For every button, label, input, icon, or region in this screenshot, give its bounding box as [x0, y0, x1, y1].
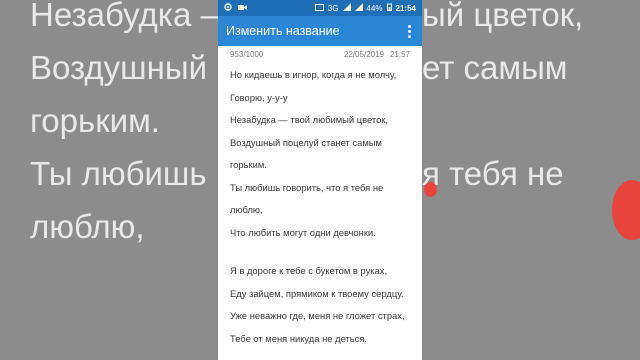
text-line: Что любить могут одни девчонки. — [230, 226, 376, 238]
note-date: 22/05/2019 — [343, 50, 384, 59]
character-count: 953/1000 — [230, 50, 264, 59]
text-line: Еду зайцем, прямиком к твоему сердцу. — [230, 287, 404, 299]
network-type: 3G — [327, 3, 339, 13]
background-line: Ты любишь г — [30, 155, 220, 192]
text-line: горьким. — [230, 159, 267, 170]
note-text-area[interactable]: Но кидаешь в игнор, когда я не молчу, Го… — [218, 59, 422, 355]
text-line: Говорю, у-у-у — [230, 91, 288, 103]
background-line: люблю, — [30, 208, 145, 245]
background-line: горьким. — [30, 102, 160, 139]
status-bar: 3G 44% 21:54 — [218, 0, 422, 16]
signal-icon — [342, 3, 351, 13]
background-text-right: ый цветок, ет самым я тебя не — [422, 0, 640, 253]
text-line: Тебе от меня никуда не деться. — [230, 332, 368, 344]
text-line: Но кидаешь в игнор, когда я не молчу, — [230, 69, 397, 80]
text-line: Ты любишь говорить, что я тебя не — [230, 181, 384, 193]
signal-icon-2 — [354, 3, 363, 13]
background-line: я тебя не — [422, 155, 564, 192]
background-line: Незабудка — — [30, 0, 220, 33]
background-text-left: Незабудка — Воздушный горьким. Ты любишь… — [30, 0, 220, 253]
text-line: Незабудка — твой любимый цветок, — [230, 114, 389, 125]
note-time: 21:57 — [389, 50, 410, 59]
text-line: Я в дороге к тебе с букетом в руках, — [230, 265, 388, 276]
settings-icon — [224, 3, 232, 13]
page-title[interactable]: Изменить название — [226, 24, 404, 38]
background-line — [422, 200, 640, 253]
battery-level: 44% — [366, 3, 383, 13]
background-line — [422, 94, 640, 147]
battery-icon — [386, 3, 392, 13]
clock: 21:54 — [395, 3, 416, 13]
cast-icon — [314, 3, 324, 13]
more-vert-icon[interactable] — [404, 24, 414, 38]
note-meta: 953/1000 22/05/2019 21:57 — [218, 46, 422, 59]
background-line: Воздушный — [30, 49, 208, 86]
background-line: ый цветок, — [422, 0, 584, 33]
app-bar: Изменить название — [218, 16, 422, 46]
text-line: люблю, — [230, 204, 263, 215]
background-line: ет самым — [422, 49, 568, 86]
video-camera-icon — [238, 4, 247, 13]
text-line: Уже неважно где, меня не гложет страх, — [230, 310, 405, 321]
floating-record-button[interactable] — [424, 182, 437, 197]
text-line: Воздушный поцелуй станет самым — [230, 136, 382, 148]
phone-screen: 3G 44% 21:54 Изменить название 953/1000 … — [218, 0, 422, 360]
